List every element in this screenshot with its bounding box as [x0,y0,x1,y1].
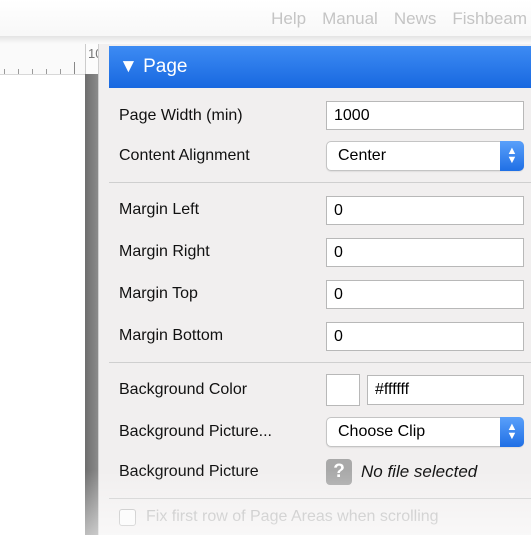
updown-chevron-icon: ▲ ▼ [500,417,524,447]
page-section-header[interactable]: ▼ Page [109,46,531,88]
divider [109,362,531,363]
margin-bottom-field[interactable]: 0 [326,322,524,351]
margin-right-label: Margin Right [119,243,210,260]
background-color-label: Background Color [119,381,248,398]
inspector-panel: ▼ Page Page Width (min) 1000 Content Ali… [98,44,531,535]
updown-chevron-icon: ▲ ▼ [500,141,524,171]
background-picture-select-label: Background Picture... [119,423,272,440]
content-alignment-row: Content Alignment [119,140,324,172]
margin-left-label: Margin Left [119,201,200,218]
margin-right-row: Margin Right [119,236,324,268]
divider [109,498,531,499]
page-width-label: Page Width (min) [119,107,243,124]
content-alignment-label: Content Alignment [119,147,250,164]
question-icon[interactable]: ? [326,459,352,485]
menu-fishbeam[interactable]: Fishbeam [452,9,527,29]
margin-right-field[interactable]: 0 [326,238,524,267]
margin-left-row: Margin Left [119,194,324,226]
background-color-swatch[interactable] [326,374,360,406]
page-width-field[interactable]: 1000 [326,101,524,130]
background-picture-select-row: Background Picture... [119,416,324,448]
canvas-edge [85,74,98,535]
menu-news[interactable]: News [394,9,437,29]
margin-top-field[interactable]: 0 [326,280,524,309]
background-color-field[interactable]: #ffffff [367,375,524,405]
background-color-row: Background Color [119,374,324,406]
background-picture-select-value: Choose Clip [338,423,426,440]
menu-bar: Help Manual News Fishbeam [0,0,531,38]
content-alignment-value: Center [338,147,387,164]
ruler [0,44,85,75]
background-picture-label: Background Picture [119,463,259,480]
content-alignment-select[interactable]: Center ▲ ▼ [326,141,524,171]
margin-bottom-label: Margin Bottom [119,327,224,344]
background-picture-select[interactable]: Choose Clip ▲ ▼ [326,417,524,447]
margin-top-label: Margin Top [119,285,198,302]
margin-top-row: Margin Top [119,278,324,310]
page-width-row: Page Width (min) [119,100,324,132]
background-picture-row: Background Picture [119,456,324,488]
fix-first-row-checkbox[interactable] [119,508,136,526]
divider [109,182,531,183]
fix-first-row-label: Fix first row of Page Areas when scrolli… [146,508,439,525]
menu-manual[interactable]: Manual [322,9,378,29]
menu-help[interactable]: Help [271,9,306,29]
margin-bottom-row: Margin Bottom [119,320,324,352]
fix-first-row-option[interactable]: Fix first row of Page Areas when scrolli… [119,508,439,526]
margin-left-field[interactable]: 0 [326,196,524,225]
no-file-selected-text: No file selected [361,462,478,481]
